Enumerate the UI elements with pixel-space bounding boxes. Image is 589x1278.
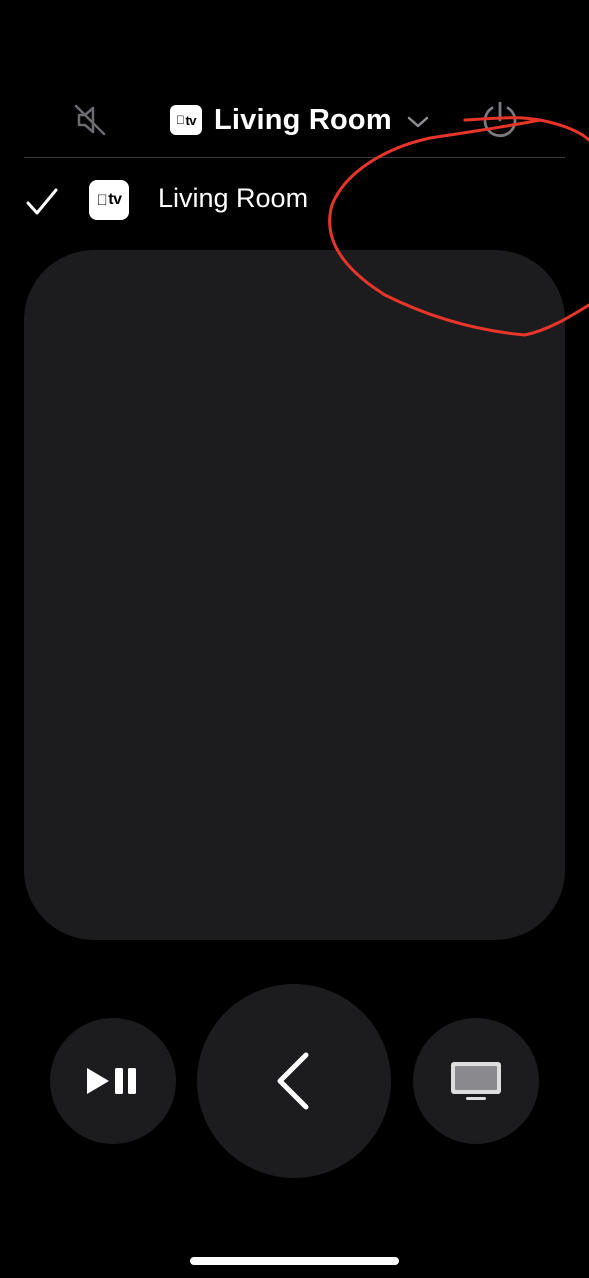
- apple-tv-badge:  tv: [89, 180, 129, 220]
- power-icon: [483, 101, 517, 138]
- chevron-left-icon: [277, 1052, 309, 1110]
- header-divider: [24, 157, 565, 158]
- speaker-muted-icon: [74, 104, 106, 136]
- back-button[interactable]: [197, 984, 391, 1178]
- home-indicator[interactable]: [190, 1257, 399, 1265]
- badge-text: tv: [102, 191, 122, 208]
- device-list-item-label: Living Room: [158, 183, 309, 213]
- play-pause-button[interactable]: [50, 1018, 176, 1144]
- apple-logo-icon: : [97, 192, 108, 209]
- apple-logo-icon: : [176, 113, 185, 127]
- touchpad[interactable]: [24, 250, 565, 940]
- badge-text: tv: [181, 112, 196, 128]
- checkmark-icon: [26, 188, 58, 215]
- tv-icon: [451, 1062, 501, 1100]
- device-picker[interactable]:  tv Living Room: [170, 96, 430, 144]
- mute-button[interactable]: [66, 96, 114, 144]
- power-button[interactable]: [474, 94, 526, 146]
- play-pause-icon: [87, 1068, 136, 1094]
- chevron-down-icon: [407, 116, 429, 128]
- tv-button[interactable]: [413, 1018, 539, 1144]
- apple-tv-badge:  tv: [170, 105, 202, 135]
- device-title: Living Room: [214, 103, 392, 136]
